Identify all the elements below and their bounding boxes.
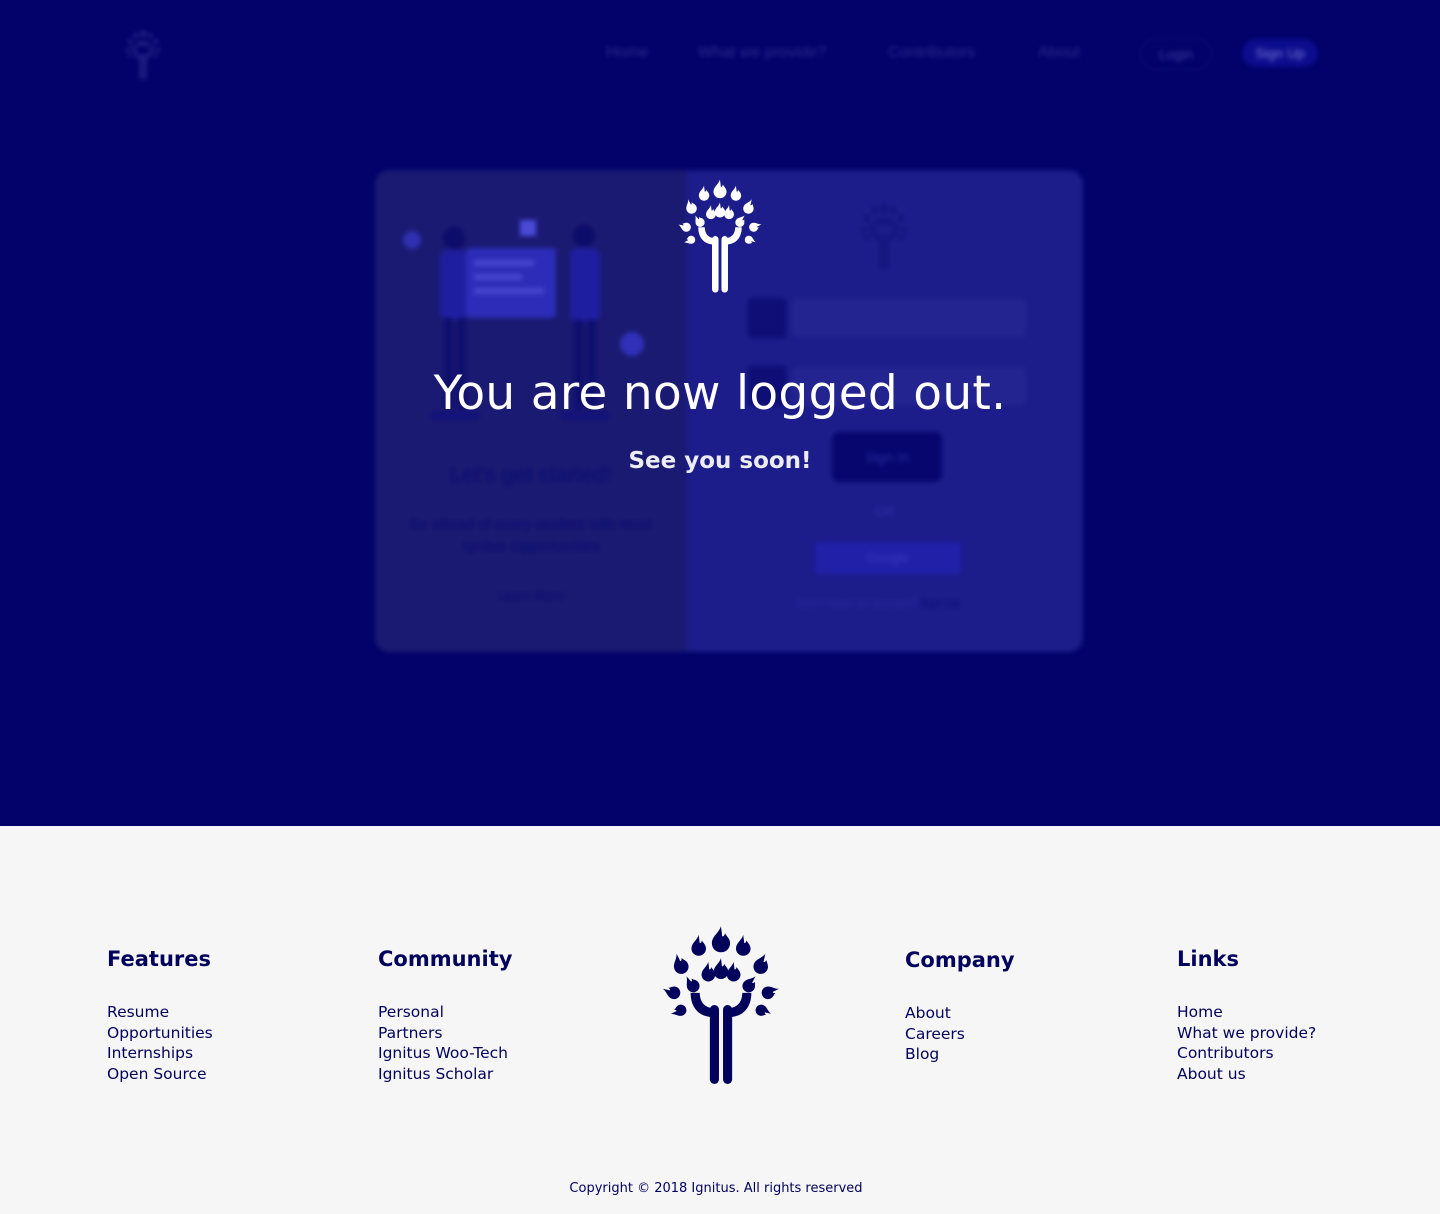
footer-link-scholar[interactable]: Ignitus Scholar: [378, 1064, 512, 1085]
copyright-text: Copyright © 2018 Ignitus. All rights res…: [569, 1181, 863, 1196]
footer-features-heading: Features: [107, 947, 211, 971]
footer-link-resume[interactable]: Resume: [107, 1002, 213, 1023]
footer-link-personal[interactable]: Personal: [378, 1002, 512, 1023]
footer-link-about[interactable]: About: [905, 1003, 1015, 1024]
footer-link-open-source[interactable]: Open Source: [107, 1064, 213, 1085]
login-button[interactable]: Login: [1140, 38, 1212, 70]
card-logo-icon: [858, 200, 910, 270]
username-field[interactable]: [792, 299, 1026, 337]
learn-more-link[interactable]: Learn More: [375, 588, 687, 603]
footer-links-column: Links Home What we provide? Contributors…: [1177, 946, 1316, 1085]
footer-link-blog[interactable]: Blog: [905, 1044, 1015, 1065]
footer-company-heading: Company: [905, 948, 1015, 972]
footer-link-contributors[interactable]: Contributors: [1177, 1043, 1316, 1064]
nav-home-link[interactable]: Home: [606, 44, 649, 62]
footer-link-what-we-provide[interactable]: What we provide?: [1177, 1023, 1316, 1044]
or-divider: OR: [875, 504, 895, 519]
background-description-line2: Ignitus Opportunities: [462, 538, 600, 555]
no-account-text: Don't have an account?: [796, 596, 922, 610]
footer-logo-icon[interactable]: [660, 924, 782, 1086]
footer-links-heading: Links: [1177, 947, 1239, 971]
signup-button[interactable]: Sign Up: [1242, 39, 1318, 67]
footer-link-partners[interactable]: Partners: [378, 1023, 512, 1044]
username-field-icon: [748, 298, 786, 338]
footer-link-opportunities[interactable]: Opportunities: [107, 1023, 213, 1044]
logged-out-title: You are now logged out.: [433, 366, 1007, 421]
nav-what-we-provide-link[interactable]: What we provide?: [698, 44, 826, 62]
card-signup-link[interactable]: Sign Up: [918, 596, 961, 610]
footer-link-about-us[interactable]: About us: [1177, 1064, 1316, 1085]
footer-link-home[interactable]: Home: [1177, 1002, 1316, 1023]
footer-link-internships[interactable]: Internships: [107, 1043, 213, 1064]
footer-features-column: Features Resume Opportunities Internship…: [107, 946, 213, 1085]
footer-link-woo-tech[interactable]: Ignitus Woo-Tech: [378, 1043, 512, 1064]
nav-about-link[interactable]: About: [1038, 44, 1080, 62]
nav-contributors-link[interactable]: Contributors: [888, 44, 975, 62]
nav-logo-icon[interactable]: [120, 28, 166, 80]
footer-company-column: Company About Careers Blog: [905, 947, 1015, 1065]
footer-community-column: Community Personal Partners Ignitus Woo-…: [378, 946, 512, 1085]
modal-logo-icon: [674, 178, 766, 294]
footer-link-careers[interactable]: Careers: [905, 1024, 1015, 1045]
footer-community-heading: Community: [378, 947, 513, 971]
google-signin-button[interactable]: Google: [815, 542, 961, 574]
background-description-line1: Be ahead of every student with most: [409, 516, 653, 533]
see-you-soon-subtitle: See you soon!: [628, 448, 812, 474]
logged-out-overlay: Home What we provide? Contributors About…: [0, 0, 1440, 826]
